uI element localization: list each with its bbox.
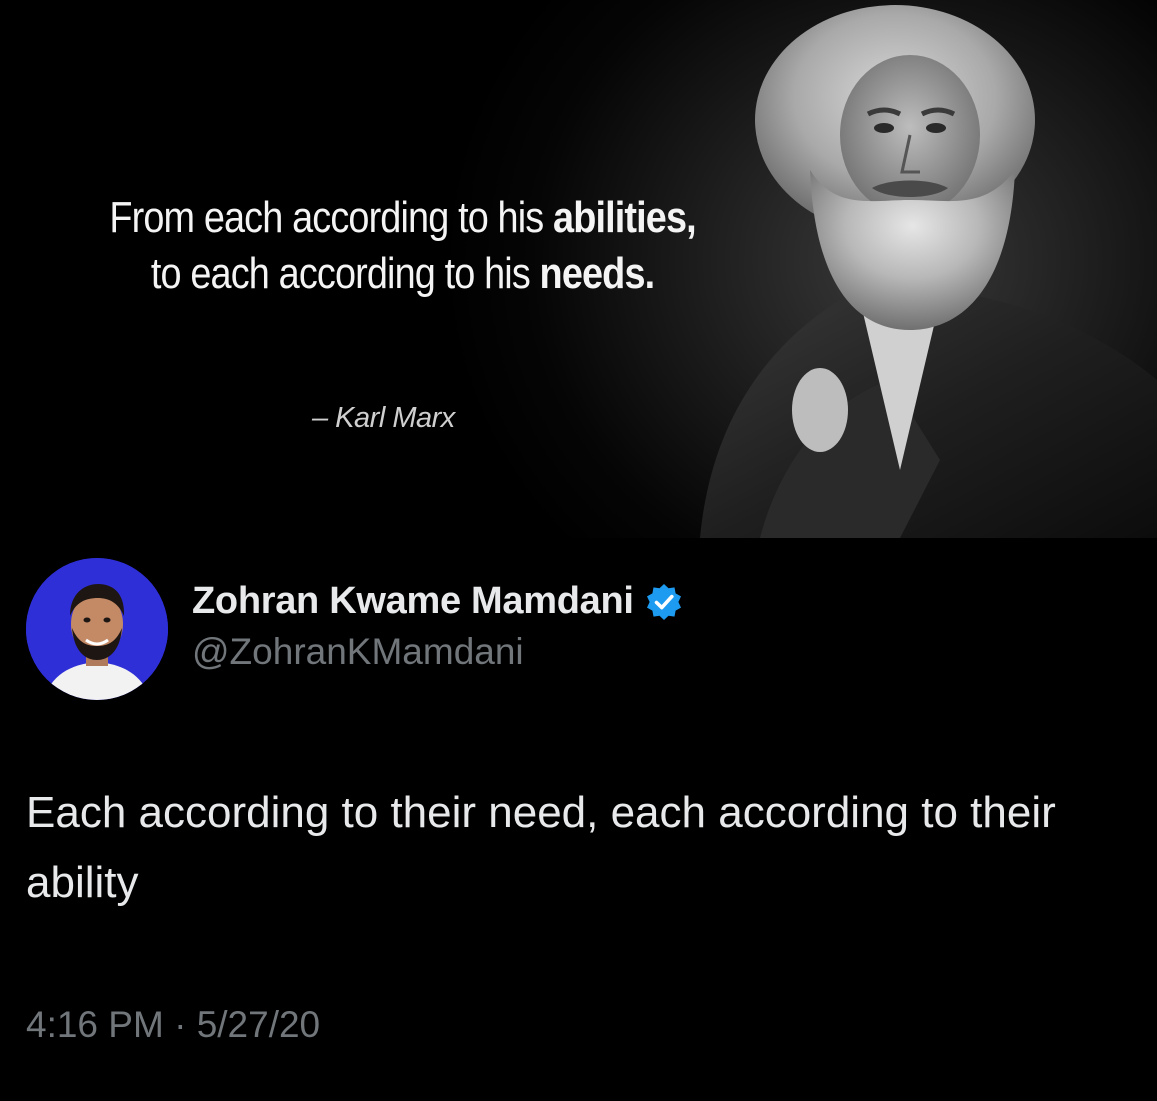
tweet-author[interactable]: Zohran Kwame Mamdani @ZohranKMamdani	[192, 580, 684, 673]
portrait-illustration	[700, 5, 1157, 538]
display-name[interactable]: Zohran Kwame Mamdani	[192, 580, 634, 623]
avatar[interactable]	[26, 558, 168, 700]
tweet-date: 5/27/20	[196, 1004, 321, 1045]
avatar-photo	[26, 558, 168, 700]
tweet-time: 4:16 PM	[26, 1004, 164, 1045]
quote-attribution: – Karl Marx	[312, 402, 455, 434]
tweet-timestamp[interactable]: 4:16 PM · 5/27/20	[26, 1004, 320, 1046]
verified-badge-icon	[646, 583, 681, 620]
tweet-text: Each according to their need, each accor…	[26, 788, 1056, 907]
quote-bold-needs: needs.	[539, 249, 656, 298]
display-name-row: Zohran Kwame Mamdani	[192, 580, 684, 623]
quote-image[interactable]: From each according to his abilities, to…	[0, 0, 1157, 538]
handle[interactable]: @ZohranKMamdani	[192, 631, 684, 673]
meta-separator: ·	[163, 1004, 197, 1045]
tweet: Zohran Kwame Mamdani @ZohranKMamdani Eac…	[0, 538, 1157, 1101]
